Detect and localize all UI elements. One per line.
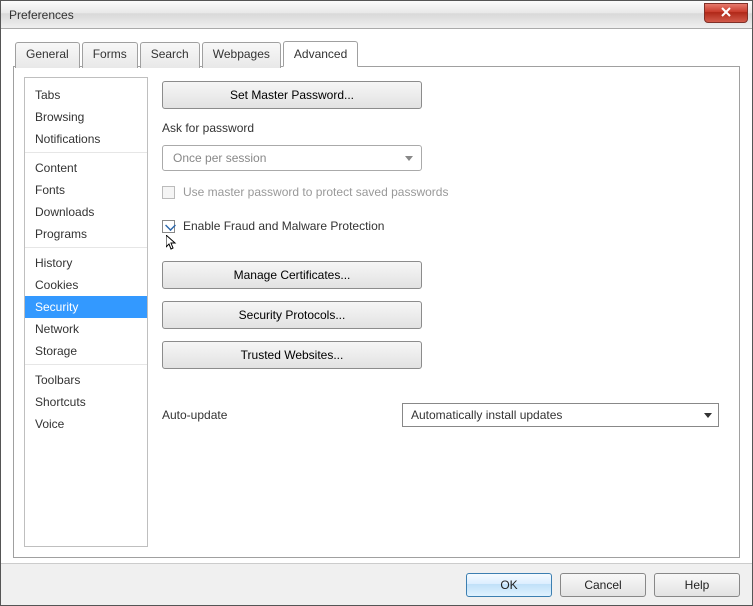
sidebar-item-network[interactable]: Network — [25, 318, 147, 340]
enable-fraud-checkbox[interactable] — [162, 220, 175, 233]
cancel-button[interactable]: Cancel — [560, 573, 646, 597]
close-icon — [721, 7, 731, 17]
auto-update-row: Auto-update Automatically install update… — [162, 403, 719, 427]
tab-search[interactable]: Search — [140, 42, 200, 68]
sidebar-item-content[interactable]: Content — [25, 157, 147, 179]
use-master-password-label: Use master password to protect saved pas… — [183, 185, 448, 199]
advanced-sidebar[interactable]: Tabs Browsing Notifications Content Font… — [24, 77, 148, 547]
chevron-down-icon — [704, 413, 712, 418]
sidebar-group: Content Fonts Downloads Programs — [25, 155, 147, 248]
close-button[interactable] — [704, 3, 748, 23]
ask-password-dropdown[interactable]: Once per session — [162, 145, 422, 171]
help-button[interactable]: Help — [654, 573, 740, 597]
enable-fraud-label: Enable Fraud and Malware Protection — [183, 219, 384, 233]
sidebar-item-fonts[interactable]: Fonts — [25, 179, 147, 201]
sidebar-group: Toolbars Shortcuts Voice — [25, 367, 147, 437]
auto-update-value: Automatically install updates — [411, 408, 562, 422]
window-title: Preferences — [9, 8, 74, 22]
sidebar-group: Tabs Browsing Notifications — [25, 82, 147, 153]
sidebar-item-storage[interactable]: Storage — [25, 340, 147, 362]
sidebar-item-downloads[interactable]: Downloads — [25, 201, 147, 223]
ok-button[interactable]: OK — [466, 573, 552, 597]
tab-strip: General Forms Search Webpages Advanced — [13, 41, 740, 67]
security-protocols-button[interactable]: Security Protocols... — [162, 301, 422, 329]
security-panel: Set Master Password... Ask for password … — [162, 77, 729, 547]
set-master-password-button[interactable]: Set Master Password... — [162, 81, 422, 109]
sidebar-item-history[interactable]: History — [25, 252, 147, 274]
sidebar-item-shortcuts[interactable]: Shortcuts — [25, 391, 147, 413]
titlebar: Preferences — [1, 1, 752, 29]
tab-general[interactable]: General — [15, 42, 80, 68]
ask-for-password-label: Ask for password — [162, 121, 719, 135]
sidebar-item-voice[interactable]: Voice — [25, 413, 147, 435]
sidebar-item-security[interactable]: Security — [25, 296, 147, 318]
cursor-icon — [166, 235, 178, 251]
dialog-button-bar: OK Cancel Help — [1, 563, 752, 605]
auto-update-label: Auto-update — [162, 408, 382, 422]
tab-forms[interactable]: Forms — [82, 42, 138, 68]
ask-password-value: Once per session — [173, 151, 266, 165]
tab-webpages[interactable]: Webpages — [202, 42, 281, 68]
tab-panel-advanced: Tabs Browsing Notifications Content Font… — [13, 66, 740, 558]
use-master-password-checkbox — [162, 186, 175, 199]
sidebar-item-programs[interactable]: Programs — [25, 223, 147, 245]
sidebar-item-tabs[interactable]: Tabs — [25, 84, 147, 106]
sidebar-item-toolbars[interactable]: Toolbars — [25, 369, 147, 391]
sidebar-item-cookies[interactable]: Cookies — [25, 274, 147, 296]
use-master-password-row: Use master password to protect saved pas… — [162, 185, 719, 199]
sidebar-group: History Cookies Security Network Storage — [25, 250, 147, 365]
manage-certificates-button[interactable]: Manage Certificates... — [162, 261, 422, 289]
tab-advanced[interactable]: Advanced — [283, 41, 358, 67]
enable-fraud-row: Enable Fraud and Malware Protection — [162, 219, 719, 233]
sidebar-item-notifications[interactable]: Notifications — [25, 128, 147, 150]
trusted-websites-button[interactable]: Trusted Websites... — [162, 341, 422, 369]
dialog-body: General Forms Search Webpages Advanced T… — [1, 29, 752, 563]
chevron-down-icon — [405, 156, 413, 161]
sidebar-item-browsing[interactable]: Browsing — [25, 106, 147, 128]
auto-update-dropdown[interactable]: Automatically install updates — [402, 403, 719, 427]
